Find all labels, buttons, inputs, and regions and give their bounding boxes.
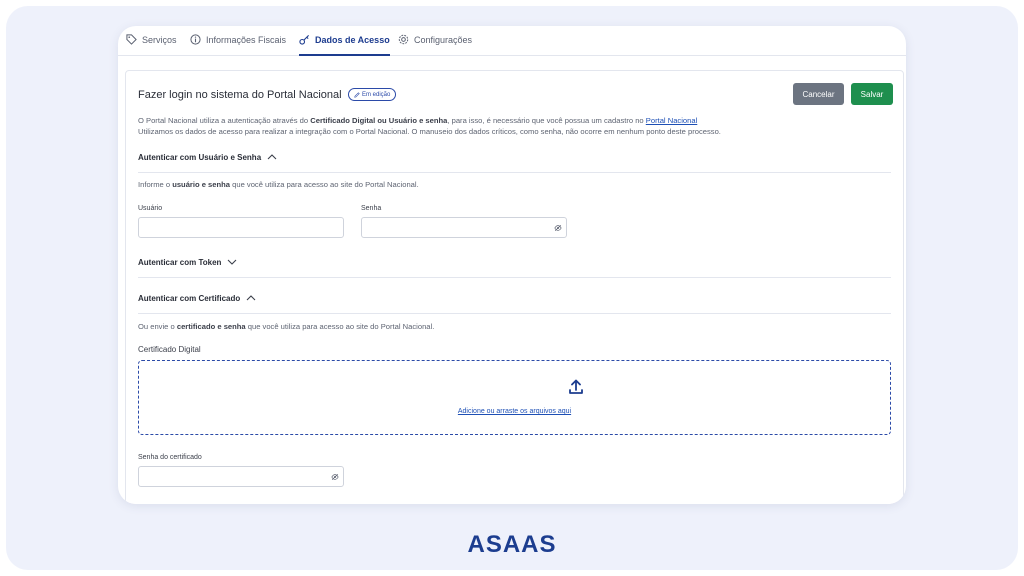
certificate-label: Certificado Digital [138,345,201,354]
gear-icon [398,34,409,45]
section-title: Autenticar com Token [138,258,222,267]
eye-off-icon[interactable] [554,224,562,232]
upload-link[interactable]: Adicione ou arraste os arquivos aqui [139,408,890,415]
certificate-password-label: Senha do certificado [138,454,202,461]
password-label: Senha [361,205,382,212]
hint-text: que você utiliza para acesso ao site do … [230,180,419,189]
pencil-icon [354,91,360,98]
hint-text: Ou envie o [138,322,177,331]
tab-dados-de-acesso[interactable]: Dados de Acesso [299,34,390,56]
tab-servicos[interactable]: Serviços [126,34,177,56]
chevron-up-icon [267,154,277,160]
section-title: Autenticar com Usuário e Senha [138,153,262,162]
cert-hint: Ou envie o certificado e senha que você … [138,322,434,331]
login-card: Fazer login no sistema do Portal Naciona… [125,70,904,504]
description-text: O Portal Nacional utiliza a autenticação… [138,116,311,125]
certificate-dropzone[interactable]: Adicione ou arraste os arquivos aqui [138,360,891,435]
asaas-logo: ASAAS [459,531,565,559]
tab-bar: Serviços Informações Fiscais Dados de Ac… [118,26,906,56]
user-label: Usuário [138,205,163,212]
info-icon [190,34,201,45]
section-user-header[interactable]: Autenticar com Usuário e Senha [138,153,891,173]
tab-label: Dados de Acesso [315,35,390,45]
badge-label: Em edição [362,91,391,98]
eye-off-icon[interactable] [331,473,339,481]
hint-text: Informe o [138,180,173,189]
tab-label: Informações Fiscais [206,35,287,45]
cancel-button[interactable]: Cancelar [793,83,844,105]
tab-label: Serviços [142,35,177,45]
tab-informacoes-fiscais[interactable]: Informações Fiscais [190,34,287,56]
chevron-up-icon [246,295,256,301]
hint-bold: usuário e senha [172,180,231,189]
section-title: Autenticar com Certificado [138,294,241,303]
description-text: , para isso, é necessário que você possu… [447,116,646,125]
page-title: Fazer login no sistema do Portal Naciona… [138,89,342,101]
section-token-header[interactable]: Autenticar com Token [138,258,891,278]
app-window: Serviços Informações Fiscais Dados de Ac… [118,26,906,504]
hint-text: que você utiliza para acesso ao site do … [245,322,435,331]
upload-icon [569,379,583,394]
save-button[interactable]: Salvar [851,83,893,105]
description-bold: Certificado Digital ou Usuário e senha [310,116,448,125]
chevron-down-icon [228,259,237,265]
tab-configuracoes[interactable]: Configurações [398,34,473,56]
certificate-password-input[interactable] [138,466,344,487]
hint-bold: certificado e senha [176,322,246,331]
description-line-1: O Portal Nacional utiliza a autenticação… [138,116,697,125]
tag-icon [126,34,137,45]
tab-label: Configurações [414,35,473,45]
password-input[interactable] [361,217,567,238]
user-input[interactable] [138,217,344,238]
user-hint: Informe o usuário e senha que você utili… [138,180,419,189]
status-badge: Em edição [348,88,397,101]
logo-text: ASAAS [467,531,557,558]
section-cert-header[interactable]: Autenticar com Certificado [138,294,891,314]
key-icon [299,34,310,45]
portal-nacional-link[interactable]: Portal Nacional [646,116,698,125]
description-line-2: Utilizamos os dados de acesso para reali… [138,127,721,136]
